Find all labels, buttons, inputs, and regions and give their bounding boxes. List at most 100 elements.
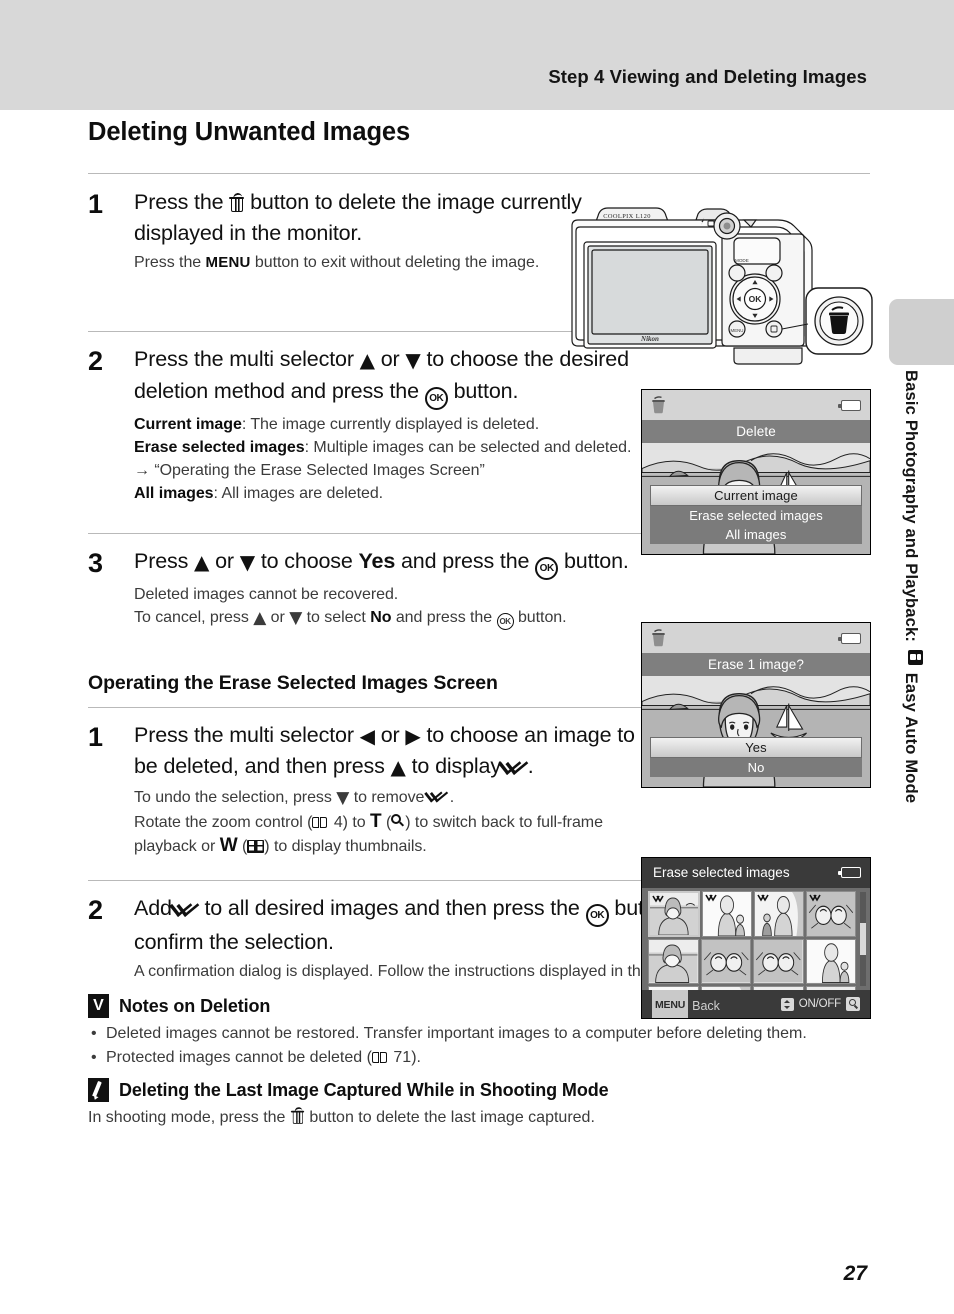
chapter-tab-label-before: Basic Photography and Playback: xyxy=(902,370,921,643)
magnifier-icon[interactable] xyxy=(846,997,860,1011)
pencil-note-icon xyxy=(88,1078,109,1102)
page-title: Deleting Unwanted Images xyxy=(88,118,411,146)
note-title-last-image: Deleting the Last Image Captured While i… xyxy=(119,1079,609,1100)
sub-step-1-number: 1 xyxy=(88,721,104,752)
step-3-no-label: No xyxy=(370,608,392,626)
note-body-b: button to delete the last image captured… xyxy=(309,1109,595,1126)
detail-all-images: All images: All images are deleted. xyxy=(134,482,644,505)
arrow-right-ref-icon: → xyxy=(134,461,150,479)
arrow-up-icon: ▲ xyxy=(390,755,406,779)
step-3-note-b: or xyxy=(270,608,285,626)
page-header-title: Step 4 Viewing and Deleting Images xyxy=(548,66,867,87)
lcd-erase-confirm-screen: Erase 1 image? Yes No xyxy=(641,622,871,788)
sub-step-1-note-line2: Rotate the zoom control ( 4) to T () to … xyxy=(134,810,634,858)
step-2-or: or xyxy=(380,347,400,371)
arrow-left-icon: ◀ xyxy=(359,723,375,748)
sub-step-1-text-c: to display xyxy=(411,754,501,778)
note-bullet-2: Protected images cannot be deleted ( 71)… xyxy=(88,1046,870,1070)
svg-text:COOLPIX L120: COOLPIX L120 xyxy=(603,213,651,220)
scrollbar[interactable] xyxy=(860,892,866,986)
lcd-grid-title: Erase selected images xyxy=(653,865,790,880)
svg-text:OK: OK xyxy=(749,294,763,304)
arrow-down-icon: ▼ xyxy=(289,607,303,628)
thumbnail-cell[interactable] xyxy=(648,939,699,984)
thumbnail-cell[interactable] xyxy=(754,891,804,938)
page-header-band xyxy=(0,0,954,110)
lcd-grid-footer-right: ON/OFF xyxy=(780,990,860,1018)
arrow-up-icon: ▲ xyxy=(194,549,210,574)
note-bullets-deletion: Deleted images cannot be restored. Trans… xyxy=(88,1022,870,1070)
step-3-note: Deleted images cannot be recovered. To c… xyxy=(134,583,614,630)
thumbnail-row xyxy=(648,891,856,938)
note-bullet-2-page: 71 xyxy=(393,1049,412,1066)
magnifier-icon xyxy=(391,813,405,829)
trash-icon xyxy=(651,629,666,647)
lcd-option-erase-selected-images[interactable]: Erase selected images xyxy=(650,506,862,525)
step-1-note: Press the MENU button to exit without de… xyxy=(134,251,554,274)
thumbnail-cell[interactable] xyxy=(648,891,700,938)
arrow-down-icon: ▼ xyxy=(336,787,350,808)
manual-reference-icon xyxy=(371,1051,389,1064)
lcd-grid-header: Erase selected images xyxy=(642,858,870,888)
note-bullet-1: Deleted images cannot be restored. Trans… xyxy=(88,1022,870,1046)
step-3-number: 3 xyxy=(88,547,104,578)
trash-icon xyxy=(229,192,245,212)
step-3-instruction: Press ▲ or ▼ to choose Yes and press the… xyxy=(134,546,634,580)
step-3-text-c: and press the xyxy=(401,548,530,573)
lcd-erase-title: Erase 1 image? xyxy=(642,653,870,676)
step-1-number: 1 xyxy=(88,189,104,219)
lcd-option-yes[interactable]: Yes xyxy=(650,737,862,758)
camera-rear-illustration: COOLPIX L120 Nikon MODE OK MENU xyxy=(558,198,876,370)
thumbnail-view-icon xyxy=(247,839,265,853)
thumbnail-row xyxy=(648,939,856,984)
step-2-details: Current image: The image currently displ… xyxy=(134,413,644,505)
detail-all-images-label: All images xyxy=(134,484,214,502)
lcd-grid-back-label: Back xyxy=(692,999,720,1013)
menu-button-chip[interactable]: MENU xyxy=(652,990,689,1018)
sub-step-1-note-d: Rotate the zoom control ( xyxy=(134,813,313,831)
step-2-number: 2 xyxy=(88,346,104,376)
sub-step-1-text-a: Press the multi selector xyxy=(134,722,354,747)
lcd-option-all-images[interactable]: All images xyxy=(650,525,862,544)
step-2-text-c: button. xyxy=(453,378,519,403)
sub-step-1-note-c: . xyxy=(449,788,455,806)
thumbnail-cell[interactable] xyxy=(806,891,856,938)
note-block-heading-last-image: Deleting the Last Image Captured While i… xyxy=(88,1078,870,1102)
lcd-option-current-image[interactable]: Current image xyxy=(650,485,862,506)
thumbnail-cell[interactable] xyxy=(805,939,856,984)
step-3-text-d: button. xyxy=(564,548,629,573)
detail-all-images-text: : All images are deleted. xyxy=(213,484,384,502)
arrow-down-icon: ▼ xyxy=(239,549,255,574)
note-bullet-2-pre: Protected images cannot be deleted ( xyxy=(106,1049,372,1066)
lcd-delete-options: Current image Erase selected images All … xyxy=(650,485,862,544)
divider-above-step1 xyxy=(88,173,870,174)
note-body-a: In shooting mode, press the xyxy=(88,1109,286,1126)
note-bullet-2-post: ). xyxy=(411,1049,421,1066)
note-body-last-image: In shooting mode, press the button to de… xyxy=(88,1106,870,1130)
sub-step-2-text-b: to all desired images and then press the xyxy=(204,895,580,920)
sub-step-1-note-page: 4 xyxy=(333,813,343,831)
step-3-note-line1: Deleted images cannot be recovered. xyxy=(134,585,399,603)
lcd-option-no[interactable]: No xyxy=(650,758,862,777)
sub-step-1-note-e: ) to xyxy=(342,813,366,831)
lcd-delete-title: Delete xyxy=(642,420,870,443)
thumbnail-cell[interactable] xyxy=(700,939,751,984)
detail-crossref-text: “Operating the Erase Selected Images Scr… xyxy=(154,461,485,479)
zoom-wide-label: W xyxy=(219,834,238,856)
chapter-tab-label: Basic Photography and Playback: Easy Aut… xyxy=(893,370,923,970)
ok-button-icon: OK xyxy=(424,386,448,410)
thumbnail-cell[interactable] xyxy=(753,939,804,984)
step-1-note-b: button to exit without deleting the imag… xyxy=(254,254,540,271)
trash-icon xyxy=(651,396,666,414)
detail-current-image-text: : The image currently displayed is delet… xyxy=(241,415,540,433)
step-3: 3 Press ▲ or ▼ to choose Yes and press t… xyxy=(88,546,870,630)
lcd-grid-thumbnails xyxy=(642,888,870,1018)
svg-text:MODE: MODE xyxy=(735,258,749,263)
sub-step-2-number: 2 xyxy=(88,894,104,925)
thumbnail-cell[interactable] xyxy=(702,891,752,938)
detail-erase-selected-label: Erase selected images xyxy=(134,438,305,456)
ok-button-icon: OK xyxy=(535,556,559,580)
page-number: 27 xyxy=(843,1262,867,1285)
sub-step-1-period: . xyxy=(527,754,534,778)
chapter-tab-label-after: Easy Auto Mode xyxy=(902,672,921,804)
